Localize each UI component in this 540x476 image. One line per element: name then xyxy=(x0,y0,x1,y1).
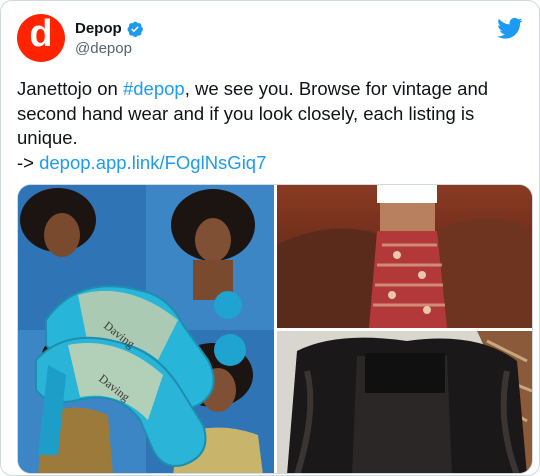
arrow-text: -> xyxy=(17,151,40,173)
media-grid: Daving Daving xyxy=(17,184,533,474)
avatar-logo-letter: d xyxy=(29,13,53,55)
media-image-fur-jacket[interactable] xyxy=(277,331,532,473)
tweet-card[interactable]: d Depop @depop Janettojo on #depop, we s… xyxy=(0,0,540,476)
author-info: Depop @depop xyxy=(75,20,144,57)
media-image-shoes[interactable]: Daving Daving xyxy=(18,185,274,473)
author-handle[interactable]: @depop xyxy=(75,40,144,57)
avatar[interactable]: d xyxy=(17,14,65,62)
twitter-bird-icon[interactable] xyxy=(497,15,523,41)
photo-icon: Daving Daving xyxy=(18,185,274,473)
photo-icon xyxy=(277,331,532,473)
tweet-header: d Depop @depop xyxy=(17,13,523,63)
photo-icon xyxy=(277,185,532,328)
name-row: Depop xyxy=(75,20,144,38)
tweet-text-intro: Janettojo on xyxy=(17,78,123,99)
listing-url-link[interactable]: depop.app.link/FOglNsGiq7 xyxy=(39,152,266,173)
verified-badge-icon xyxy=(127,21,143,37)
hashtag-link[interactable]: #depop xyxy=(123,78,185,99)
tweet-body: Janettojo on #depop, we see you. Browse … xyxy=(17,77,525,175)
media-image-skirt[interactable] xyxy=(277,185,532,328)
author-display-name[interactable]: Depop xyxy=(75,20,122,37)
